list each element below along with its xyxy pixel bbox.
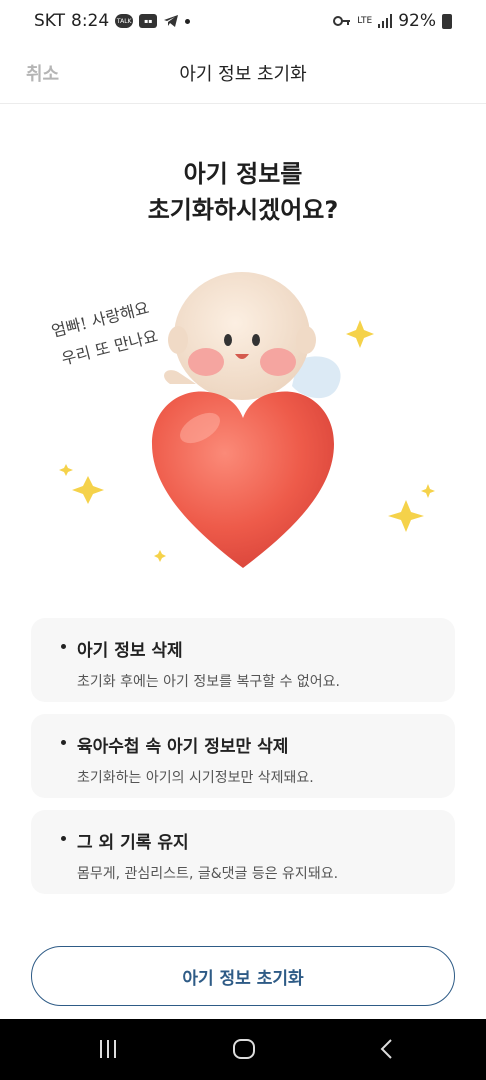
status-left: SKT 8:24 TALK ▪▪ [34,11,191,31]
card-desc: 몸무게, 관심리스트, 글&댓글 등은 유지돼요. [77,866,339,882]
system-nav-bar [0,1019,486,1080]
more-notifications-icon [185,18,191,24]
status-right: LTE 92% [333,11,452,31]
key-icon [333,15,351,27]
heading-line-2: 초기화하시겠어요? [147,196,339,224]
heading-line-1: 아기 정보를 [183,160,303,188]
confirm-heading: 아기 정보를 초기화하시겠어요? [0,156,486,228]
talk-icon: TALK [115,14,134,28]
back-icon[interactable] [376,1037,400,1061]
baby-heart-illustration: 엄빠! 사랑해요 우리 또 만나요 [40,268,460,578]
info-card-keep: 그 외 기록 유지 몸무게, 관심리스트, 글&댓글 등은 유지돼요. [31,810,455,894]
recent-apps-icon[interactable] [100,1040,116,1058]
card-desc: 초기화 후에는 아기 정보를 복구할 수 없어요. [77,674,340,690]
status-bar: SKT 8:24 TALK ▪▪ LTE 92% [0,0,486,42]
carrier: SKT [34,11,66,31]
reset-baby-info-button[interactable]: 아기 정보 초기화 [31,946,455,1006]
card-title: 그 외 기록 유지 [61,828,455,853]
info-card-delete: 아기 정보 삭제 초기화 후에는 아기 정보를 복구할 수 없어요. [31,618,455,702]
app-header: 취소 아기 정보 초기화 [0,42,486,104]
card-title: 육아수첩 속 아기 정보만 삭제 [61,732,455,757]
battery-percent: 92% [398,11,436,31]
battery-icon [442,13,452,29]
card-desc: 초기화하는 아기의 시기정보만 삭제돼요. [77,770,314,786]
lte-indicator: LTE [357,16,373,26]
clock: 8:24 [71,11,110,31]
home-icon[interactable] [233,1039,255,1059]
app-notification-icon: ▪▪ [139,14,158,28]
signal-icon [378,14,393,28]
page-title: 아기 정보 초기화 [179,64,307,85]
info-card-diary: 육아수첩 속 아기 정보만 삭제 초기화하는 아기의 시기정보만 삭제돼요. [31,714,455,798]
telegram-icon [163,14,179,28]
card-title: 아기 정보 삭제 [61,636,455,661]
